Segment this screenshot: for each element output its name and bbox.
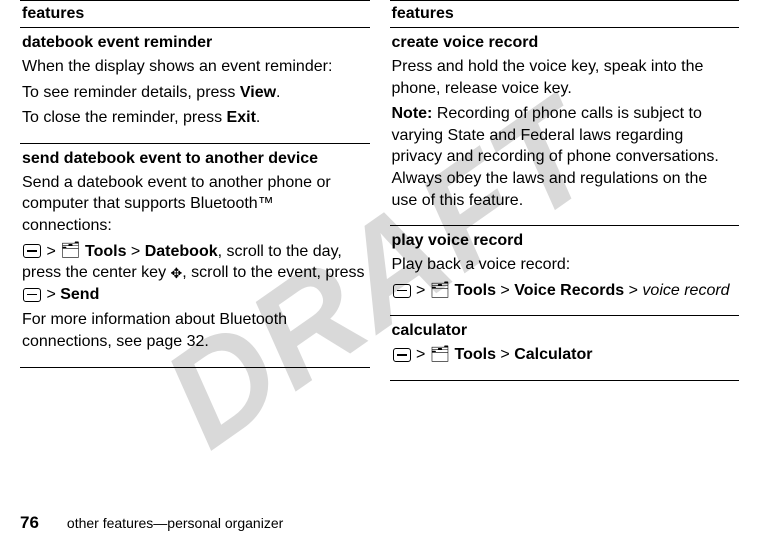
italic-label: voice record <box>642 282 729 299</box>
body-text: Press and hold the voice key, speak into… <box>392 56 738 99</box>
cell-datebook-reminder: datebook event reminder When the display… <box>20 28 370 144</box>
footer-text: other features—personal organizer <box>67 515 283 531</box>
ui-label: Tools <box>85 243 126 260</box>
tools-icon: 🗂 <box>430 347 450 363</box>
body-text: When the display shows an event reminder… <box>22 56 368 78</box>
center-key-icon: ✥ <box>171 266 183 280</box>
ui-label: Calculator <box>514 346 592 363</box>
body-text: For more information about Bluetooth con… <box>22 309 368 352</box>
left-header-label: features <box>22 5 84 22</box>
left-column: features datebook event reminder When th… <box>20 0 370 381</box>
body-text: > 🗂 Tools > Datebook, scroll to the day,… <box>22 241 368 306</box>
ui-label: Tools <box>455 346 496 363</box>
cell-title: calculator <box>392 322 738 340</box>
body-text: To close the reminder, press Exit. <box>22 107 368 129</box>
ui-label: Send <box>60 286 99 303</box>
page-footer: 76 other features—personal organizer <box>20 513 283 533</box>
right-header-label: features <box>392 5 454 22</box>
ui-label: Exit <box>227 109 256 126</box>
page-number: 76 <box>20 513 39 533</box>
ui-label: Tools <box>455 282 496 299</box>
cell-create-voice-record: create voice record Press and hold the v… <box>390 28 740 226</box>
menu-key-icon <box>393 284 411 298</box>
cell-play-voice-record: play voice record Play back a voice reco… <box>390 226 740 316</box>
body-text: > 🗂 Tools > Voice Records > voice record <box>392 280 738 302</box>
body-text: Note: Recording of phone calls is subjec… <box>392 103 738 211</box>
right-column: features create voice record Press and h… <box>390 0 740 381</box>
cell-title: create voice record <box>392 34 738 52</box>
bold-label: Note: <box>392 105 433 122</box>
ui-label: Datebook <box>145 243 218 260</box>
menu-key-icon <box>23 288 41 302</box>
right-header-row: features <box>390 1 740 28</box>
ui-label: View <box>240 84 276 101</box>
cell-title: datebook event reminder <box>22 34 368 52</box>
body-text: Play back a voice record: <box>392 254 738 276</box>
ui-label: Voice Records <box>514 282 624 299</box>
body-text: Send a datebook event to another phone o… <box>22 172 368 237</box>
tools-icon: 🗂 <box>60 243 80 259</box>
body-text: > 🗂 Tools > Calculator <box>392 344 738 366</box>
body-text: To see reminder details, press View. <box>22 82 368 104</box>
left-header-row: features <box>20 1 370 28</box>
cell-send-datebook: send datebook event to another device Se… <box>20 144 370 368</box>
cell-calculator: calculator > 🗂 Tools > Calculator <box>390 316 740 381</box>
tools-icon: 🗂 <box>430 283 450 299</box>
cell-title: play voice record <box>392 232 738 250</box>
menu-key-icon <box>393 348 411 362</box>
cell-title: send datebook event to another device <box>22 150 368 168</box>
content-area: features datebook event reminder When th… <box>20 0 739 381</box>
menu-key-icon <box>23 244 41 258</box>
